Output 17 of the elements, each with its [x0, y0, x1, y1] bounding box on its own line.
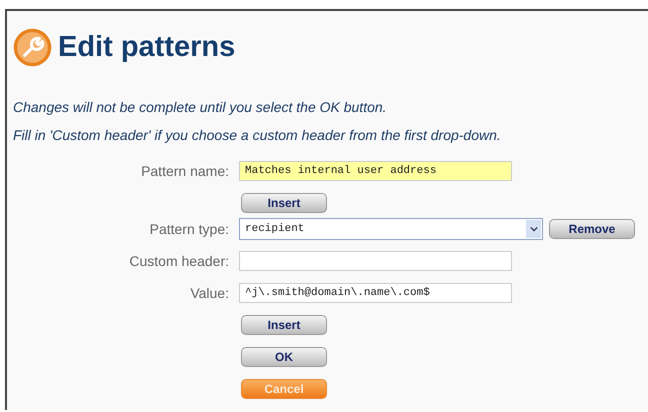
form-button[interactable]: Insert: [241, 193, 327, 213]
form-button[interactable]: OK: [241, 347, 327, 367]
wrench-icon: [13, 28, 52, 66]
dropdown[interactable]: recipient: [239, 218, 543, 240]
remove-button[interactable]: Remove: [549, 219, 635, 239]
page-title: Edit patterns: [58, 30, 236, 64]
field-label: Pattern type:: [150, 221, 229, 237]
field-label: Value:: [190, 285, 229, 301]
instruction-text: Changes will not be complete until you select the OK button.: [13, 98, 388, 117]
text-field[interactable]: ^j\.smith@domain\.name\.com$: [239, 283, 512, 303]
text-field[interactable]: [239, 251, 512, 271]
text-field[interactable]: Matches internal user address: [239, 161, 512, 181]
field-label: Pattern name:: [141, 163, 229, 179]
instruction-text: Fill in 'Custom header' if you choose a custom header from the first drop-down.: [13, 126, 502, 145]
field-label: Custom header:: [129, 253, 229, 269]
chevron-down-icon: [530, 226, 538, 232]
form-button[interactable]: Insert: [241, 315, 327, 335]
